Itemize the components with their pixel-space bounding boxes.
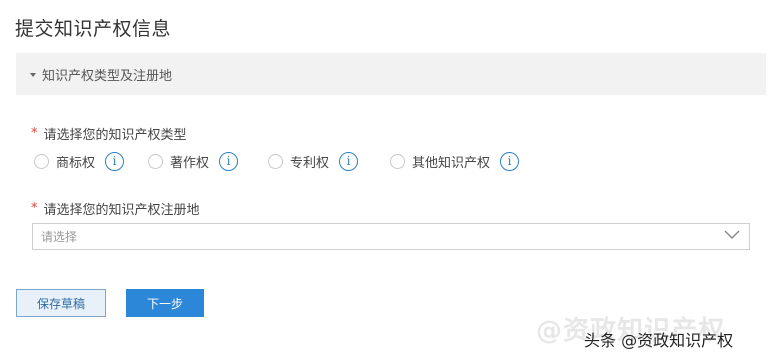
radio-button[interactable] — [268, 153, 284, 169]
required-asterisk: * — [31, 201, 38, 216]
info-icon[interactable]: i — [219, 151, 239, 171]
radio-option-patent[interactable]: 专利权 i — [268, 150, 359, 172]
ip-type-label: * 请选择您的知识产权类型 — [31, 124, 187, 143]
page-title: 提交知识产权信息 — [15, 18, 172, 40]
radio-button[interactable] — [390, 153, 406, 169]
save-draft-button[interactable]: 保存草稿 — [16, 289, 106, 317]
radio-label[interactable]: 商标权 — [56, 152, 95, 171]
caret-down-icon — [30, 72, 36, 77]
radio-label[interactable]: 著作权 — [170, 152, 209, 171]
registration-label: * 请选择您的知识产权注册地 — [31, 199, 200, 218]
info-icon[interactable]: i — [105, 151, 125, 171]
required-asterisk: * — [31, 126, 38, 141]
radio-label[interactable]: 其他知识产权 — [412, 152, 490, 171]
radio-option-trademark[interactable]: 商标权 i — [34, 150, 125, 172]
registration-label-text: 请选择您的知识产权注册地 — [43, 203, 200, 218]
watermark-text: 头条 @资政知识产权 — [584, 331, 734, 350]
registration-select[interactable]: 请选择 — [32, 223, 750, 250]
section-header-collapsible[interactable]: 知识产权类型及注册地 — [16, 53, 766, 95]
radio-button[interactable] — [34, 153, 49, 169]
section-header-label: 知识产权类型及注册地 — [42, 68, 173, 84]
radio-label[interactable]: 专利权 — [290, 152, 329, 171]
next-step-button[interactable]: 下一步 — [126, 289, 204, 317]
radio-option-other[interactable]: 其他知识产权 i — [390, 150, 520, 172]
radio-option-copyright[interactable]: 著作权 i — [148, 150, 239, 172]
info-icon[interactable]: i — [339, 151, 359, 171]
ip-type-label-text: 请选择您的知识产权类型 — [43, 128, 187, 143]
ip-type-radio-group: 商标权 i 著作权 i 专利权 i 其他知识产权 i — [34, 150, 520, 172]
info-icon[interactable]: i — [500, 151, 520, 171]
radio-button[interactable] — [148, 153, 164, 169]
chevron-down-icon — [724, 230, 740, 239]
select-placeholder: 请选择 — [41, 230, 78, 244]
